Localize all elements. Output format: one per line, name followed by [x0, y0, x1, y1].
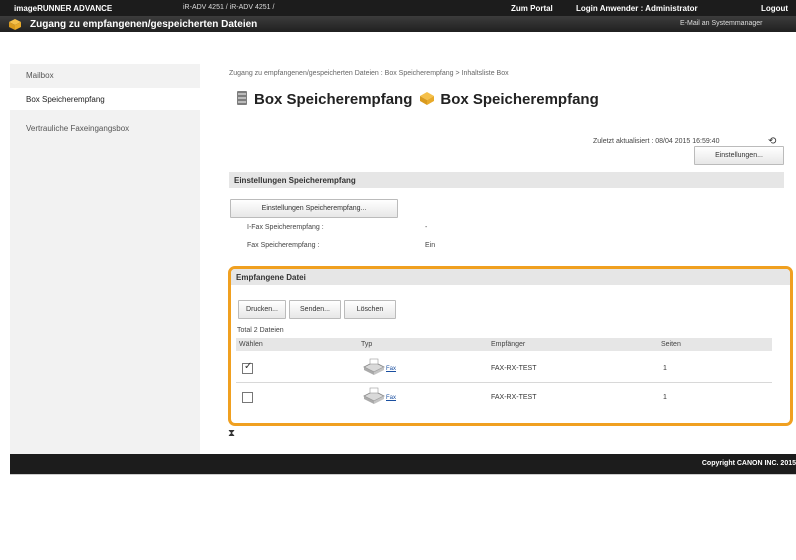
footer: Copyright CANON INC. 2015	[10, 454, 796, 474]
mail-admin-link[interactable]: E-Mail an Systemmanager	[680, 20, 762, 27]
top-bar: imageRUNNER ADVANCE iR-ADV 4251 / iR-ADV…	[0, 0, 796, 16]
folder-arrow-icon	[9, 19, 21, 30]
received-files-title: Empfangene Datei	[236, 273, 306, 282]
copyright: Copyright CANON INC. 2015	[701, 460, 796, 467]
collapse-icon[interactable]: ⧗	[228, 428, 235, 439]
row-divider	[236, 382, 772, 383]
sidebar-item-mailbox[interactable]: Mailbox	[10, 64, 200, 86]
fax-memory-rx-value: Ein	[425, 242, 436, 249]
column-pages: Seiten	[661, 341, 681, 348]
settings-section-header: Einstellungen Speicherempfang	[229, 172, 784, 188]
fax-icon[interactable]	[361, 386, 387, 406]
row-checkbox[interactable]: ✓	[242, 361, 253, 374]
sidebar: Mailbox Box Speicherempfang Vertrauliche…	[10, 64, 200, 454]
ifax-memory-rx-label: I-Fax Speicherempfang :	[247, 224, 324, 231]
sidebar-item-label: Box Speicherempfang	[26, 95, 105, 104]
received-files-panel: Empfangene Datei Drucken... Senden... Lö…	[228, 266, 793, 426]
table-row: Fax FAX-RX-TEST 1	[236, 386, 772, 410]
check-mark: ✓	[244, 361, 253, 372]
pages-cell: 1	[663, 365, 667, 372]
sidebar-item-label: Mailbox	[26, 71, 54, 80]
folder-arrow-icon	[420, 92, 435, 105]
last-updated: Zuletzt aktualisiert : 08/04 2015 16:59:…	[593, 138, 720, 145]
breadcrumb: Zugang zu empfangenen/gespeicherten Date…	[229, 70, 509, 77]
login-user-info: Login Anwender : Administrator	[576, 4, 698, 13]
fax-memory-rx-label: Fax Speicherempfang :	[247, 242, 320, 249]
settings-section-title: Einstellungen Speicherempfang	[234, 176, 356, 185]
storage-box-icon	[237, 91, 247, 105]
column-type: Typ	[361, 341, 373, 348]
table-row: ✓ Fax FAX-RX-TEST 1	[236, 357, 772, 381]
heading-text-1: Box Speicherempfang	[254, 91, 413, 108]
recipient-cell: FAX-RX-TEST	[491, 365, 537, 372]
product-name: imageRUNNER ADVANCE	[14, 4, 113, 13]
box-heading: Box Speicherempfang Box Speicherempfang	[235, 90, 599, 108]
logout-link[interactable]: Logout	[761, 4, 788, 13]
send-button[interactable]: Senden...	[289, 300, 341, 319]
total-files: Total 2 Dateien	[237, 327, 284, 334]
received-files-header: Empfangene Datei	[231, 269, 790, 285]
fax-icon[interactable]	[361, 357, 387, 377]
sidebar-item-memory-rx-box[interactable]: Box Speicherempfang	[10, 88, 200, 110]
pages-cell: 1	[663, 394, 667, 401]
heading-text-2: Box Speicherempfang	[440, 91, 599, 108]
main-content: Zugang zu empfangenen/gespeicherten Date…	[218, 64, 796, 454]
page-title: Zugang zu empfangenen/gespeicherten Date…	[30, 19, 258, 30]
portal-link[interactable]: Zum Portal	[511, 4, 553, 13]
bottom-divider	[10, 474, 796, 475]
print-button[interactable]: Drucken...	[238, 300, 286, 319]
title-bar: Zugang zu empfangenen/gespeicherten Date…	[0, 16, 796, 32]
delete-button[interactable]: Löschen	[344, 300, 396, 319]
sidebar-item-label: Vertrauliche Faxeingangsbox	[26, 124, 130, 133]
row-checkbox[interactable]	[242, 392, 253, 403]
column-select: Wählen	[239, 341, 263, 348]
column-recipient: Empfänger	[491, 341, 526, 348]
recipient-cell: FAX-RX-TEST	[491, 394, 537, 401]
memory-rx-settings-button[interactable]: Einstellungen Speicherempfang...	[230, 199, 398, 218]
sidebar-item-confidential-fax-inbox[interactable]: Vertrauliche Faxeingangsbox	[10, 117, 200, 139]
file-type-link[interactable]: Fax	[386, 395, 396, 401]
device-name: iR-ADV 4251 / iR-ADV 4251 /	[183, 4, 275, 11]
settings-button[interactable]: Einstellungen...	[694, 146, 784, 165]
file-type-link[interactable]: Fax	[386, 366, 396, 372]
table-header: Wählen Typ Empfänger Seiten	[236, 338, 772, 351]
ifax-memory-rx-value: -	[425, 224, 428, 231]
